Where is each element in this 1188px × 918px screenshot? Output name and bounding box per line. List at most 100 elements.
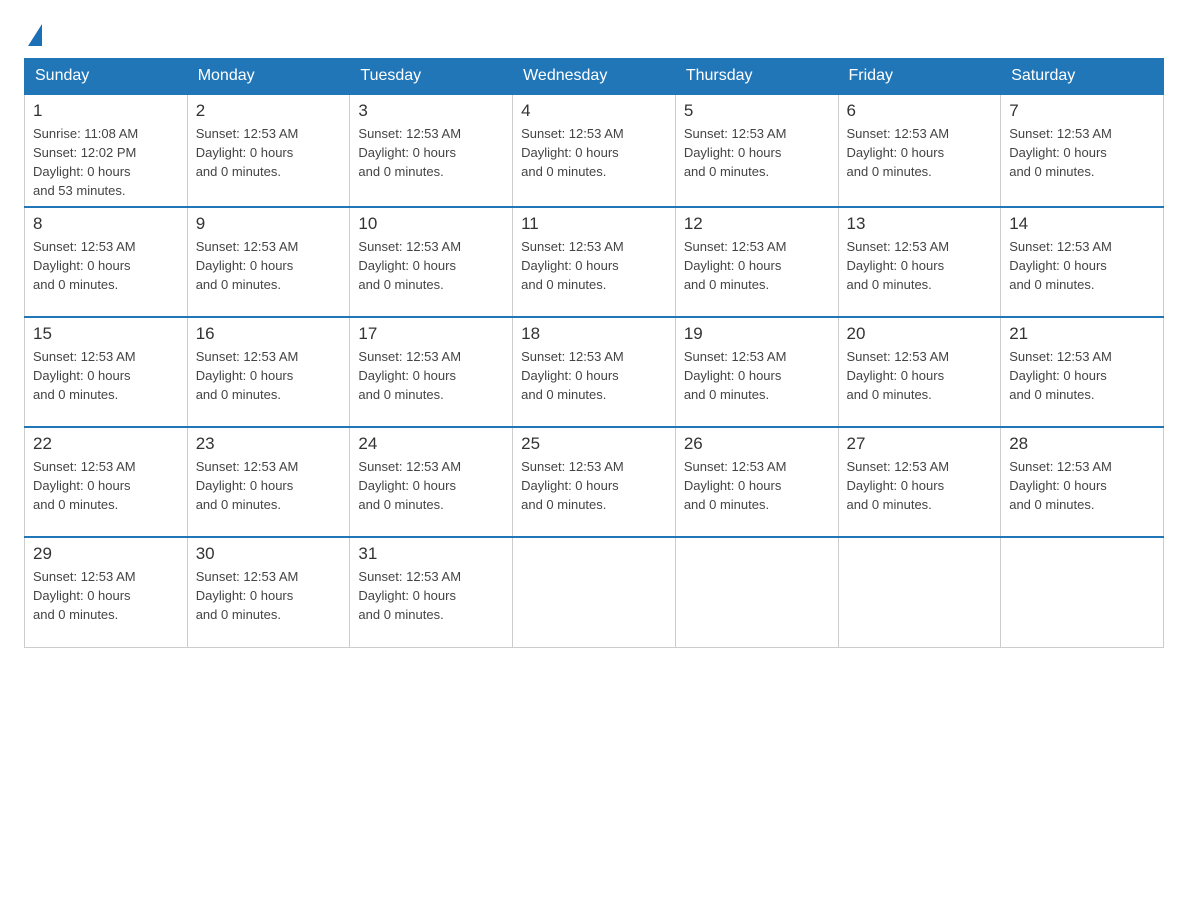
day-info: Sunset: 12:53 AMDaylight: 0 hoursand 0 m… (1009, 238, 1155, 295)
calendar-cell (1001, 537, 1164, 647)
day-info: Sunset: 12:53 AMDaylight: 0 hoursand 0 m… (358, 348, 504, 405)
calendar-cell: 13 Sunset: 12:53 AMDaylight: 0 hoursand 0… (838, 207, 1001, 317)
header-wednesday: Wednesday (513, 59, 676, 95)
day-number: 16 (196, 324, 342, 344)
day-number: 23 (196, 434, 342, 454)
day-number: 7 (1009, 101, 1155, 121)
calendar-cell: 5 Sunset: 12:53 AMDaylight: 0 hoursand 0 … (675, 94, 838, 207)
logo-triangle-icon (28, 24, 42, 46)
day-info: Sunset: 12:53 AMDaylight: 0 hoursand 0 m… (358, 568, 504, 625)
day-info: Sunset: 12:53 AMDaylight: 0 hoursand 0 m… (196, 458, 342, 515)
calendar-cell: 4 Sunset: 12:53 AMDaylight: 0 hoursand 0 … (513, 94, 676, 207)
calendar-cell: 27 Sunset: 12:53 AMDaylight: 0 hoursand 0… (838, 427, 1001, 537)
calendar-cell: 19 Sunset: 12:53 AMDaylight: 0 hoursand 0… (675, 317, 838, 427)
header-friday: Friday (838, 59, 1001, 95)
calendar-cell: 21Sunset: 12:53 AMDaylight: 0 hoursand 0… (1001, 317, 1164, 427)
day-number: 22 (33, 434, 179, 454)
day-number: 9 (196, 214, 342, 234)
day-number: 10 (358, 214, 504, 234)
day-info: Sunset: 12:53 AMDaylight: 0 hoursand 0 m… (847, 348, 993, 405)
day-info: Sunset: 12:53 AMDaylight: 0 hoursand 0 m… (521, 238, 667, 295)
calendar-cell: 24 Sunset: 12:53 AMDaylight: 0 hoursand 0… (350, 427, 513, 537)
calendar-cell: 1Sunrise: 11:08 AMSunset: 12:02 PMDaylig… (25, 94, 188, 207)
day-info: Sunset: 12:53 AMDaylight: 0 hoursand 0 m… (33, 348, 179, 405)
header-tuesday: Tuesday (350, 59, 513, 95)
calendar-cell: 6 Sunset: 12:53 AMDaylight: 0 hoursand 0 … (838, 94, 1001, 207)
day-info: Sunset: 12:53 AMDaylight: 0 hoursand 0 m… (521, 125, 667, 182)
day-number: 5 (684, 101, 830, 121)
day-number: 19 (684, 324, 830, 344)
day-info: Sunset: 12:53 AMDaylight: 0 hoursand 0 m… (1009, 458, 1155, 515)
day-info: Sunset: 12:53 AMDaylight: 0 hoursand 0 m… (847, 238, 993, 295)
day-info: Sunset: 12:53 AMDaylight: 0 hoursand 0 m… (358, 458, 504, 515)
calendar-cell: 28Sunset: 12:53 AMDaylight: 0 hoursand 0… (1001, 427, 1164, 537)
calendar-cell: 26 Sunset: 12:53 AMDaylight: 0 hoursand 0… (675, 427, 838, 537)
header-saturday: Saturday (1001, 59, 1164, 95)
day-info: Sunrise: 11:08 AMSunset: 12:02 PMDayligh… (33, 125, 179, 200)
day-info: Sunset: 12:53 AMDaylight: 0 hoursand 0 m… (847, 125, 993, 182)
day-info: Sunset: 12:53 AMDaylight: 0 hoursand 0 m… (196, 125, 342, 182)
calendar-cell: 7 Sunset: 12:53 AMDaylight: 0 hoursand 0 … (1001, 94, 1164, 207)
day-info: Sunset: 12:53 AMDaylight: 0 hoursand 0 m… (33, 238, 179, 295)
calendar-cell: 10Sunset: 12:53 AMDaylight: 0 hoursand 0… (350, 207, 513, 317)
day-number: 30 (196, 544, 342, 564)
day-number: 4 (521, 101, 667, 121)
day-number: 17 (358, 324, 504, 344)
calendar-cell: 17 Sunset: 12:53 AMDaylight: 0 hoursand 0… (350, 317, 513, 427)
day-number: 18 (521, 324, 667, 344)
calendar-cell: 20 Sunset: 12:53 AMDaylight: 0 hoursand 0… (838, 317, 1001, 427)
day-info: Sunset: 12:53 AMDaylight: 0 hoursand 0 m… (33, 458, 179, 515)
day-number: 2 (196, 101, 342, 121)
day-number: 25 (521, 434, 667, 454)
page-header (24, 24, 1164, 48)
calendar-cell: 3Sunset: 12:53 AMDaylight: 0 hoursand 0 … (350, 94, 513, 207)
calendar-row-5: 29Sunset: 12:53 AMDaylight: 0 hoursand 0… (25, 537, 1164, 647)
calendar-cell (675, 537, 838, 647)
calendar-cell: 2 Sunset: 12:53 AMDaylight: 0 hoursand 0 … (187, 94, 350, 207)
calendar-cell: 14 Sunset: 12:53 AMDaylight: 0 hoursand 0… (1001, 207, 1164, 317)
header-monday: Monday (187, 59, 350, 95)
calendar-cell (838, 537, 1001, 647)
day-info: Sunset: 12:53 AMDaylight: 0 hoursand 0 m… (847, 458, 993, 515)
calendar-table: Sunday Monday Tuesday Wednesday Thursday… (24, 58, 1164, 648)
day-info: Sunset: 12:53 AMDaylight: 0 hoursand 0 m… (684, 348, 830, 405)
calendar-cell: 16Sunset: 12:53 AMDaylight: 0 hoursand 0… (187, 317, 350, 427)
logo (24, 24, 42, 48)
day-info: Sunset: 12:53 AMDaylight: 0 hoursand 0 m… (1009, 125, 1155, 182)
day-number: 12 (684, 214, 830, 234)
day-number: 20 (847, 324, 993, 344)
day-number: 15 (33, 324, 179, 344)
calendar-row-3: 15 Sunset: 12:53 AMDaylight: 0 hoursand 0… (25, 317, 1164, 427)
calendar-cell: 30Sunset: 12:53 AMDaylight: 0 hoursand 0… (187, 537, 350, 647)
day-number: 31 (358, 544, 504, 564)
day-number: 6 (847, 101, 993, 121)
calendar-cell: 18 Sunset: 12:53 AMDaylight: 0 hoursand 0… (513, 317, 676, 427)
calendar-cell: 15 Sunset: 12:53 AMDaylight: 0 hoursand 0… (25, 317, 188, 427)
header-row: Sunday Monday Tuesday Wednesday Thursday… (25, 59, 1164, 95)
calendar-cell: 29Sunset: 12:53 AMDaylight: 0 hoursand 0… (25, 537, 188, 647)
calendar-row-2: 8 Sunset: 12:53 AMDaylight: 0 hoursand 0 … (25, 207, 1164, 317)
day-info: Sunset: 12:53 AMDaylight: 0 hoursand 0 m… (684, 458, 830, 515)
day-info: Sunset: 12:53 AMDaylight: 0 hoursand 0 m… (521, 458, 667, 515)
calendar-cell: 31 Sunset: 12:53 AMDaylight: 0 hoursand 0… (350, 537, 513, 647)
calendar-cell: 11 Sunset: 12:53 AMDaylight: 0 hoursand 0… (513, 207, 676, 317)
day-info: Sunset: 12:53 AMDaylight: 0 hoursand 0 m… (358, 125, 504, 182)
day-info: Sunset: 12:53 AMDaylight: 0 hoursand 0 m… (684, 238, 830, 295)
day-info: Sunset: 12:53 AMDaylight: 0 hoursand 0 m… (684, 125, 830, 182)
day-number: 27 (847, 434, 993, 454)
day-number: 21 (1009, 324, 1155, 344)
calendar-cell (513, 537, 676, 647)
day-number: 14 (1009, 214, 1155, 234)
day-number: 24 (358, 434, 504, 454)
day-info: Sunset: 12:53 AMDaylight: 0 hoursand 0 m… (521, 348, 667, 405)
header-sunday: Sunday (25, 59, 188, 95)
day-number: 26 (684, 434, 830, 454)
day-number: 8 (33, 214, 179, 234)
day-info: Sunset: 12:53 AMDaylight: 0 hoursand 0 m… (33, 568, 179, 625)
calendar-cell: 9Sunset: 12:53 AMDaylight: 0 hoursand 0 … (187, 207, 350, 317)
day-number: 13 (847, 214, 993, 234)
calendar-row-1: 1Sunrise: 11:08 AMSunset: 12:02 PMDaylig… (25, 94, 1164, 207)
calendar-cell: 25 Sunset: 12:53 AMDaylight: 0 hoursand 0… (513, 427, 676, 537)
calendar-cell: 23 Sunset: 12:53 AMDaylight: 0 hoursand 0… (187, 427, 350, 537)
day-number: 11 (521, 214, 667, 234)
